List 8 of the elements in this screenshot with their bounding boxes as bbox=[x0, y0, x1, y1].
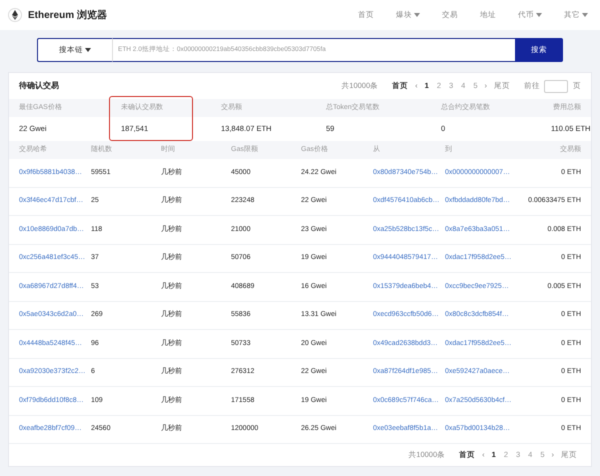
page-input[interactable] bbox=[544, 80, 568, 92]
caret-icon bbox=[414, 13, 420, 17]
caret-icon bbox=[582, 13, 588, 17]
diamond-logo-icon bbox=[8, 8, 22, 22]
caret-icon bbox=[536, 13, 542, 17]
brand-title: Ethereum 浏览器 bbox=[28, 8, 107, 22]
panel-title: 待确认交易 bbox=[19, 80, 59, 92]
caret-icon bbox=[85, 48, 91, 52]
